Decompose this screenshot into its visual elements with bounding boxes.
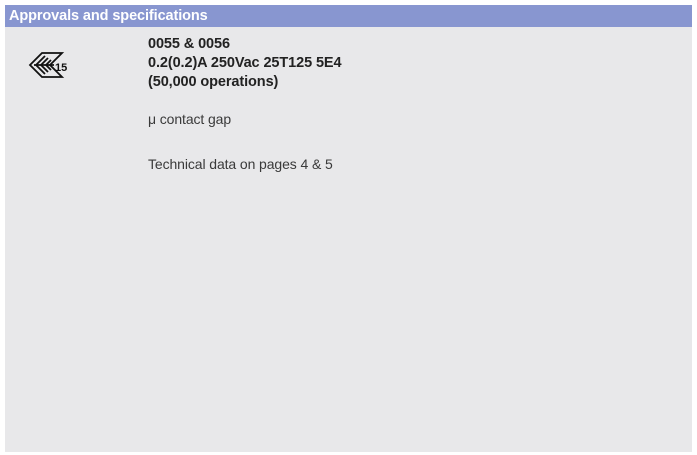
part-numbers: 0055 & 0056 — [148, 36, 230, 52]
contact-gap-text: μ contact gap — [148, 111, 232, 127]
specifications-block: 0055 & 0056 0.2(0.2)A 250Vac 25T125 5E4 … — [148, 35, 682, 172]
approval-mark-number: 15 — [55, 62, 68, 74]
electrical-rating: 0.2(0.2)A 250Vac 25T125 5E4 — [148, 55, 342, 71]
approvals-panel: Approvals and specifications 15 0055 & 0… — [5, 5, 692, 452]
operations-count: (50,000 operations) — [148, 74, 279, 90]
section-header: Approvals and specifications — [5, 5, 692, 27]
technical-data-text: Technical data on pages 4 & 5 — [148, 156, 333, 172]
